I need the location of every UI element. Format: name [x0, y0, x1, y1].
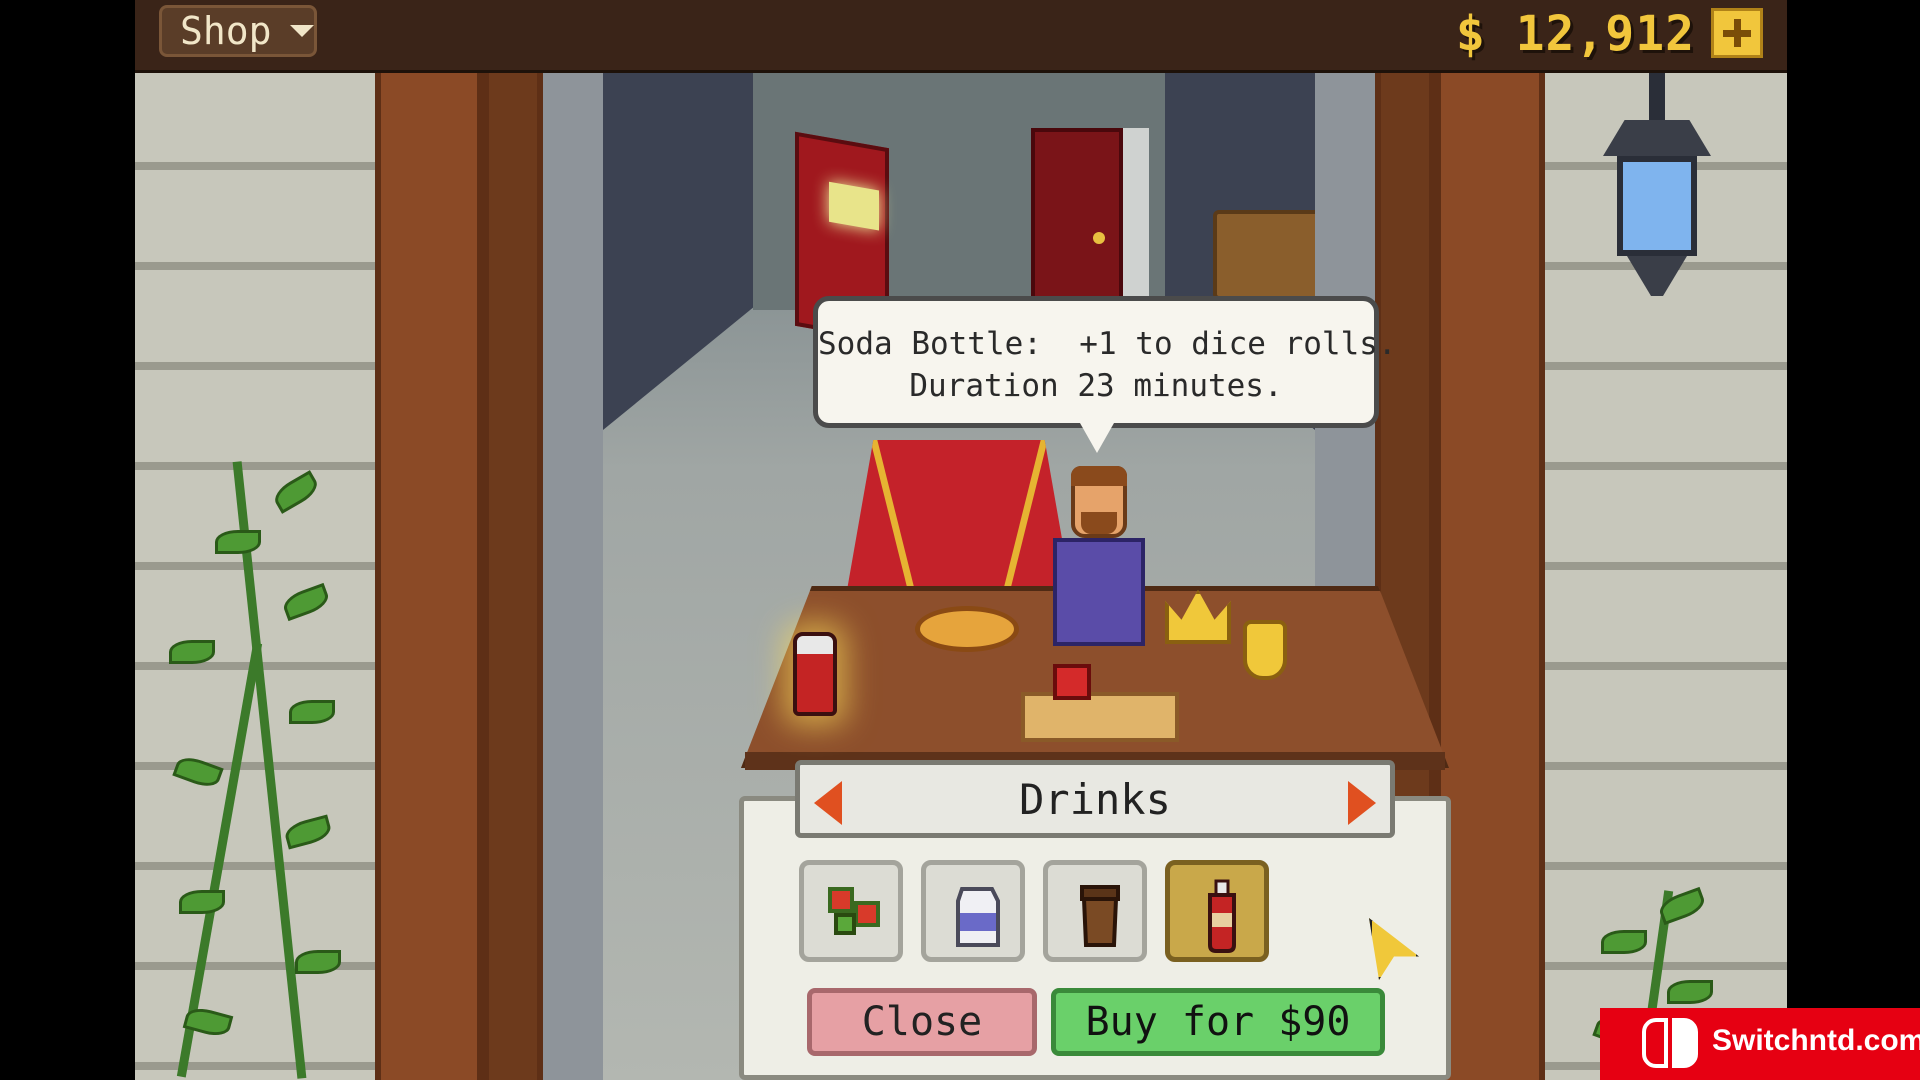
- close-button[interactable]: Close: [807, 988, 1037, 1056]
- shop-menu-dropdown[interactable]: Shop: [159, 5, 317, 57]
- money-display: $ 12,912: [1455, 6, 1695, 62]
- soda-bottle-on-table: [793, 632, 837, 716]
- red-die: [1053, 664, 1091, 700]
- door-light: [1123, 128, 1149, 318]
- arrow-left-icon[interactable]: [814, 781, 842, 825]
- speech-line-1: Soda Bottle: +1 to dice rolls.: [818, 326, 1397, 362]
- shopkeeper-head: [1071, 466, 1127, 538]
- category-name: Drinks: [1019, 774, 1171, 824]
- back-door: [1031, 128, 1123, 318]
- door-frame-right: [1435, 70, 1545, 1080]
- shop-menu-label: Shop: [180, 9, 272, 53]
- lantern-glass: [1617, 156, 1697, 256]
- arcade-screen: [829, 181, 879, 231]
- category-selector: Drinks: [795, 760, 1395, 838]
- door-frame-left-inner: [483, 70, 543, 1080]
- coffee-icon: [1070, 879, 1130, 953]
- shopkeeper-body: [1053, 538, 1145, 646]
- milk-carton-icon: [948, 879, 1008, 953]
- item-slot-milk[interactable]: [921, 860, 1025, 962]
- goblet-on-table: [1243, 620, 1287, 680]
- add-money-button[interactable]: [1711, 8, 1763, 58]
- shopkeeper-beard: [1081, 512, 1117, 534]
- speech-bubble: Soda Bottle: +1 to dice rolls. Duration …: [813, 296, 1397, 453]
- wall-lantern: [1583, 70, 1731, 330]
- hallway-left: [603, 70, 753, 430]
- watermark: Switchntd.com: [1600, 1008, 1920, 1080]
- lantern-base: [1627, 256, 1687, 296]
- door-frame-left: [375, 70, 483, 1080]
- lantern-top: [1603, 120, 1711, 156]
- chevron-down-icon: [289, 25, 314, 37]
- shopkeeper: [1053, 466, 1145, 646]
- item-slot-coffee[interactable]: [1043, 860, 1147, 962]
- switch-logo-icon: [1642, 1018, 1702, 1068]
- soda-bottle-icon: [1192, 879, 1252, 957]
- top-bar: Shop $ 12,912: [135, 0, 1787, 73]
- buy-button[interactable]: Buy for $90: [1051, 988, 1385, 1056]
- item-slot-candy[interactable]: [799, 860, 903, 962]
- arrow-right-icon[interactable]: [1348, 781, 1376, 825]
- speech-line-2: Duration 23 minutes.: [909, 368, 1283, 404]
- lantern-rod: [1649, 70, 1665, 122]
- item-slot-soda[interactable]: [1165, 860, 1269, 962]
- pizza-on-table: [915, 606, 1019, 652]
- dice-mat: [1021, 692, 1179, 742]
- shopkeeper-hair: [1071, 466, 1127, 486]
- speech-bubble-tail: [1080, 423, 1114, 453]
- game-viewport: Shop $ 12,912 Soda Bottle: +1 to dice ro…: [135, 0, 1787, 1080]
- plant-left: [155, 440, 355, 1080]
- watermark-text: Switchntd.com: [1712, 1024, 1920, 1057]
- window-glass-left: [543, 70, 603, 1080]
- candy-icon: [826, 879, 886, 947]
